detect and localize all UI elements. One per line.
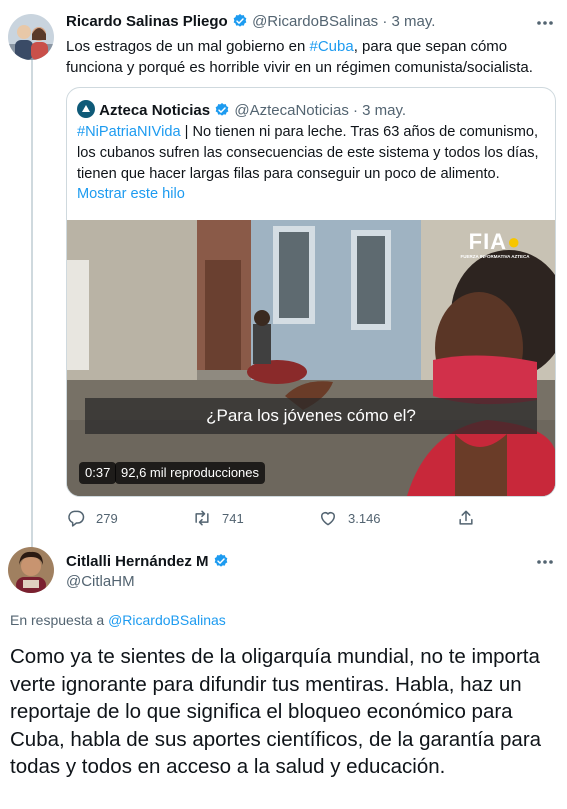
fia-logo-subtitle: FUERZA INFORMATIVA AZTECA	[460, 254, 530, 259]
share-icon	[459, 510, 473, 525]
hashtag-link[interactable]: #NiPatriaNIVida	[77, 124, 181, 140]
reply-to-link[interactable]: @RicardoBSalinas	[108, 612, 226, 628]
reply-count: 279	[96, 510, 118, 526]
video-frame	[67, 220, 555, 496]
reply-icon	[68, 510, 85, 527]
verified-icon	[214, 554, 228, 567]
azteca-logo-icon	[77, 100, 95, 118]
verified-icon	[233, 14, 247, 27]
verified-icon	[215, 103, 229, 116]
avatar-photo	[8, 547, 54, 593]
quote-text: #NiPatriaNIVida | No tienen ni para lech…	[77, 122, 549, 185]
show-thread-link[interactable]: Mostrar este hilo	[77, 186, 185, 202]
retweet-count: 741	[222, 510, 244, 526]
author-name[interactable]: Ricardo Salinas Pliego	[66, 13, 228, 30]
reply-text: Como ya te sientes de la oligarquía mund…	[10, 645, 542, 778]
video-duration: 0:37	[79, 462, 117, 484]
thread-line	[31, 60, 33, 548]
video-player[interactable]: FIA● FUERZA INFORMATIVA AZTECA ¿Para los…	[67, 220, 555, 496]
video-views: 92,6 mil reproducciones	[115, 462, 266, 484]
quoted-tweet-card[interactable]: Azteca Noticias @AztecaNoticias · 3 may.…	[66, 87, 556, 497]
hashtag-link[interactable]: #Cuba	[310, 38, 354, 55]
reply-author-row: Citlalli Hernández M	[66, 553, 229, 570]
author-handle[interactable]: @RicardoBSalinas	[252, 13, 378, 30]
quote-author-handle[interactable]: @AztecaNoticias	[234, 102, 348, 119]
tweet-text-part: Los estragos de un mal gobierno en	[66, 38, 310, 55]
like-count: 3.146	[348, 510, 381, 526]
share-button[interactable]	[456, 507, 486, 529]
retweet-icon	[195, 510, 209, 526]
fia-logo: FIA● FUERZA INFORMATIVA AZTECA	[449, 230, 541, 260]
video-caption: ¿Para los jóvenes cómo el?	[85, 398, 537, 434]
fia-logo-text: FIA	[468, 229, 508, 254]
reply-author-name[interactable]: Citlalli Hernández M	[66, 553, 209, 570]
tweet-date[interactable]: 3 may.	[392, 13, 436, 30]
quote-author-name[interactable]: Azteca Noticias	[99, 102, 210, 119]
reply-author-handle[interactable]: @CitlaHM	[66, 573, 135, 590]
tweet-text: Los estragos de un mal gobierno en #Cuba…	[66, 36, 556, 78]
like-button[interactable]: 3.146	[318, 507, 381, 529]
avatar[interactable]	[8, 14, 54, 60]
reply-prefix: En respuesta a	[10, 612, 109, 628]
more-options-button[interactable]	[534, 14, 556, 32]
avatar[interactable]	[8, 547, 54, 593]
more-icon	[537, 21, 553, 25]
quote-date[interactable]: 3 may.	[362, 102, 406, 119]
reply-context: En respuesta a @RicardoBSalinas	[10, 612, 226, 628]
more-options-button[interactable]	[534, 553, 556, 571]
retweet-button[interactable]: 741	[192, 507, 244, 529]
separator: ·	[353, 102, 358, 119]
separator: ·	[382, 13, 388, 30]
avatar-photo	[8, 14, 54, 60]
reply-button[interactable]: 279	[66, 507, 118, 529]
like-icon	[321, 512, 335, 526]
more-icon	[537, 560, 553, 564]
